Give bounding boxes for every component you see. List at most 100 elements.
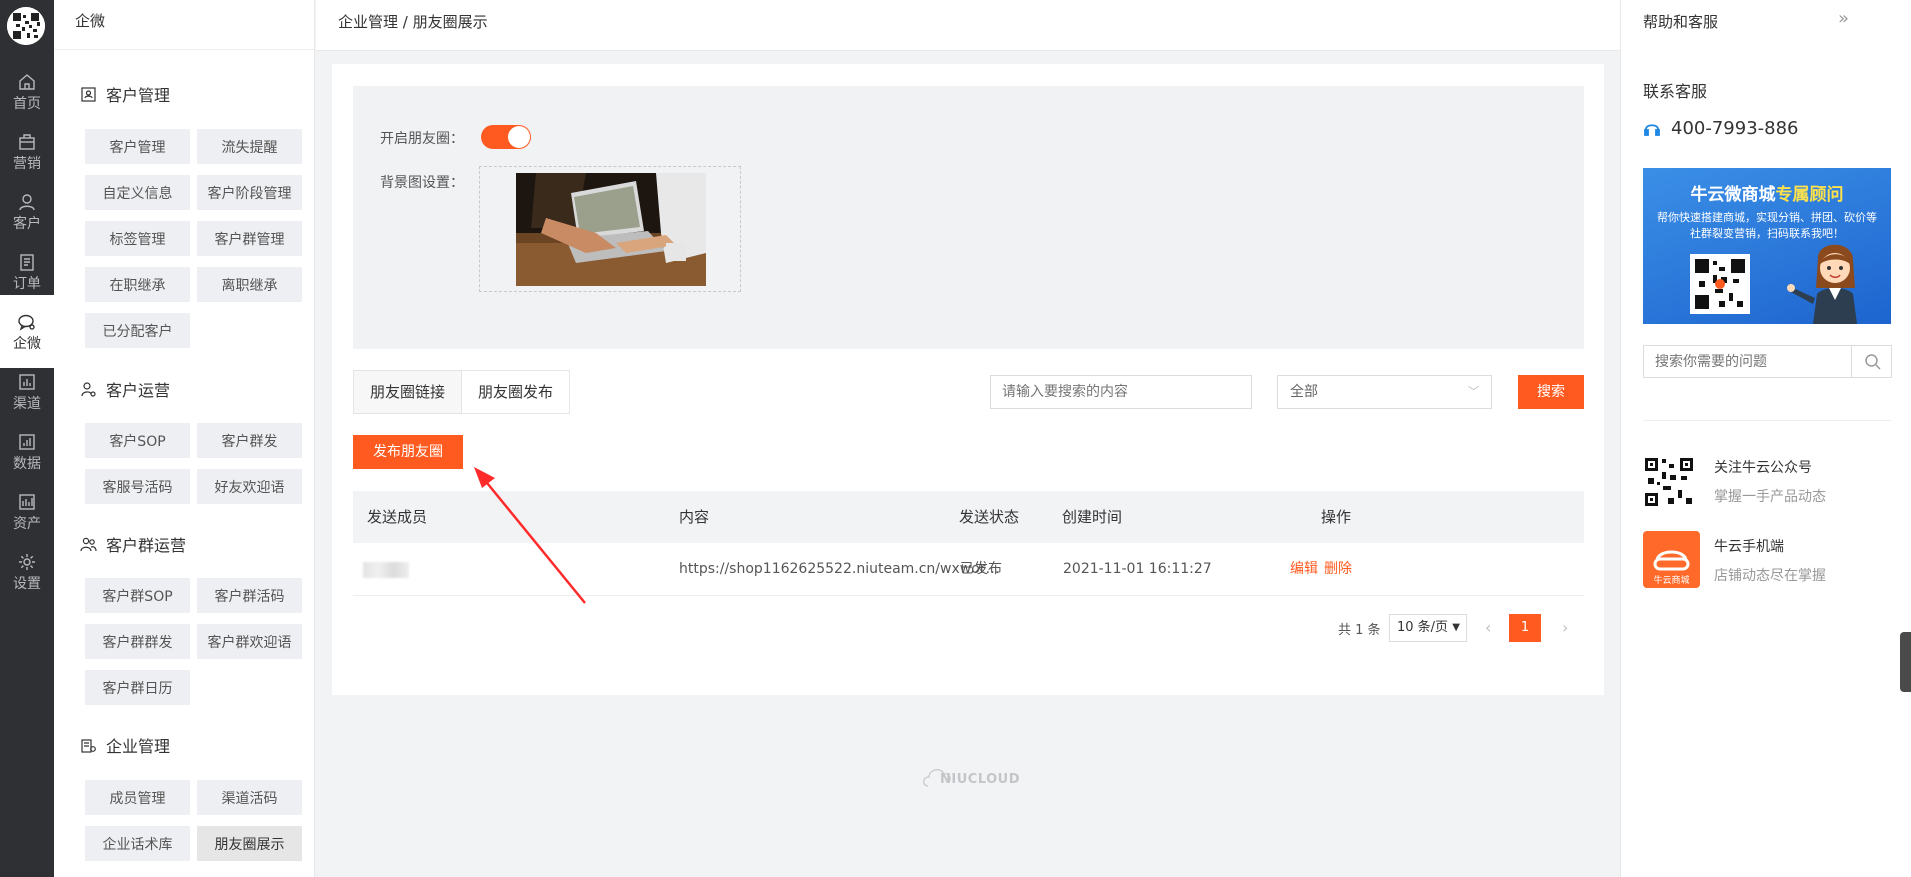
chevron-down-icon: ﹀ — [1468, 385, 1479, 398]
column-header-content: 内容 — [679, 508, 710, 526]
moments-settings-panel: 开启朋友圈： 背景图设置： — [353, 86, 1584, 349]
menu-item-customer-sop[interactable]: 客户SOP — [85, 423, 190, 458]
menu-item-customer-broadcast[interactable]: 客户群发 — [197, 423, 302, 458]
side-drawer-handle[interactable] — [1900, 632, 1911, 692]
tab-moments-link[interactable]: 朋友圈链接 — [354, 371, 462, 413]
search-icon[interactable] — [1864, 353, 1882, 371]
moments-tabs: 朋友圈链接 朋友圈发布 — [353, 370, 571, 414]
top-bar: 企业管理 / 朋友圈展示 — [316, 0, 1620, 51]
rail-item-settings[interactable]: 设置 — [0, 535, 54, 608]
menu-group-customer-management: 客户管理 — [80, 82, 170, 106]
menu-item-custom-info[interactable]: 自定义信息 — [85, 175, 190, 210]
help-panel-title: 帮助和客服 — [1643, 13, 1719, 31]
menu-item-script-library[interactable]: 企业话术库 — [85, 826, 190, 861]
left-icon-rail: 首页 营销 客户 订单 企微 渠道 数据 资产 设置 — [0, 0, 54, 877]
menu-item-customer-management[interactable]: 客户管理 — [85, 129, 190, 164]
menu-item-moments-display[interactable]: 朋友圈展示 — [197, 826, 302, 861]
menu-item-group-calendar[interactable]: 客户群日历 — [85, 670, 190, 705]
help-search-input[interactable] — [1644, 346, 1852, 377]
rail-label: 资产 — [13, 515, 41, 532]
toggle-knob — [508, 126, 530, 148]
mobile-app-subtitle: 店铺动态尽在掌握 — [1714, 568, 1826, 584]
menu-item-group-broadcast[interactable]: 客户群群发 — [85, 624, 190, 659]
gear-icon — [19, 553, 35, 570]
page-size-select[interactable]: 10 条/页 ▼ — [1389, 614, 1467, 642]
briefcase-icon — [19, 133, 35, 150]
column-header-actions: 操作 — [1321, 508, 1352, 526]
menu-item-friend-welcome[interactable]: 好友欢迎语 — [197, 469, 302, 504]
menu-item-assigned-customer[interactable]: 已分配客户 — [85, 313, 190, 348]
home-icon — [19, 73, 35, 90]
mobile-app-icon[interactable]: 牛云商城 — [1643, 531, 1700, 588]
follow-official-account-subtitle: 掌握一手产品动态 — [1714, 489, 1826, 505]
breadcrumb: 企业管理 / 朋友圈展示 — [338, 13, 488, 31]
menu-item-group-management[interactable]: 客户群管理 — [197, 221, 302, 256]
menu-item-group-sop[interactable]: 客户群SOP — [85, 578, 190, 613]
prev-page-icon[interactable]: ‹ — [1485, 618, 1491, 637]
contact-card-icon — [81, 86, 96, 102]
search-button[interactable]: 搜索 — [1518, 375, 1584, 409]
rail-label: 首页 — [13, 95, 41, 112]
wechat-work-icon — [18, 314, 35, 331]
official-account-qr-code[interactable] — [1643, 456, 1695, 508]
menu-item-tag-management[interactable]: 标签管理 — [85, 221, 190, 256]
app-icon-label: 牛云商城 — [1653, 576, 1690, 586]
menu-item-churn-reminder[interactable]: 流失提醒 — [197, 129, 302, 164]
qr-logo-avatar[interactable] — [7, 7, 45, 45]
table-header: 发送成员 内容 发送状态 创建时间 操作 — [353, 491, 1584, 543]
rail-label: 设置 — [13, 575, 41, 592]
enable-moments-label: 开启朋友圈： — [380, 131, 464, 147]
banner-qr-code — [1690, 254, 1750, 314]
service-phone: 400-7993-886 — [1643, 118, 1799, 139]
divider — [1643, 420, 1891, 421]
menu-item-channel-live-code[interactable]: 渠道活码 — [197, 780, 302, 815]
menu-item-service-live-code[interactable]: 客服号活码 — [85, 469, 190, 504]
row-status: 已发布 — [960, 561, 1002, 577]
advisor-illustration — [1787, 244, 1857, 324]
rail-label: 数据 — [13, 455, 41, 472]
publish-moments-button[interactable]: 发布朋友圈 — [353, 435, 463, 469]
user-icon — [19, 193, 35, 210]
advisor-banner[interactable]: 牛云微商城专属顾问 帮你快速搭建商城，实现分销、拼团、砍价等社群裂变营销，扫码联… — [1643, 168, 1891, 324]
contact-service-title: 联系客服 — [1643, 82, 1708, 101]
pagination-total: 共 1 条 — [1338, 623, 1381, 638]
menu-item-onjob-inherit[interactable]: 在职继承 — [85, 267, 190, 302]
caret-down-icon: ▼ — [1452, 622, 1460, 633]
rail-label: 营销 — [13, 155, 41, 172]
building-gear-icon — [81, 738, 96, 753]
asset-chart-icon — [19, 493, 35, 510]
column-header-status: 发送状态 — [959, 508, 1020, 526]
collapse-double-chevron-icon[interactable]: » — [1838, 8, 1849, 29]
mobile-app-title[interactable]: 牛云手机端 — [1714, 536, 1784, 556]
menu-title: 企微 — [54, 0, 314, 50]
next-page-icon[interactable]: › — [1562, 618, 1568, 637]
secondary-menu: 企微 客户管理 客户管理 流失提醒 自定义信息 客户阶段管理 标签管理 客户群管… — [54, 0, 315, 877]
follow-official-account-title[interactable]: 关注牛云公众号 — [1714, 457, 1812, 477]
menu-item-group-live-code[interactable]: 客户群活码 — [197, 578, 302, 613]
footer-logo-text: NIUCLOUD — [940, 772, 1021, 787]
menu-group-enterprise: 企业管理 — [80, 733, 170, 757]
status-select[interactable]: 全部 ﹀ — [1277, 375, 1492, 409]
enable-moments-toggle[interactable] — [481, 125, 531, 149]
rail-label: 客户 — [13, 215, 41, 232]
main-content-card: 开启朋友圈： 背景图设置： 朋友圈链接 朋友圈发布 全 — [332, 64, 1604, 695]
data-chart-icon — [19, 433, 35, 450]
menu-item-resign-inherit[interactable]: 离职继承 — [197, 267, 302, 302]
menu-item-customer-stage[interactable]: 客户阶段管理 — [197, 175, 302, 210]
users-icon — [80, 537, 97, 551]
background-image-upload[interactable] — [479, 166, 741, 292]
row-created-time: 2021-11-01 16:11:27 — [1063, 561, 1212, 577]
page-number-current[interactable]: 1 — [1509, 614, 1541, 642]
headset-icon — [1644, 123, 1660, 136]
user-gear-icon — [81, 381, 96, 397]
menu-item-group-welcome[interactable]: 客户群欢迎语 — [197, 624, 302, 659]
menu-item-member-management[interactable]: 成员管理 — [85, 780, 190, 815]
table-row: https://shop1162625522.niuteam.cn/wxwor…… — [353, 543, 1584, 596]
order-list-icon — [20, 253, 34, 271]
content-search-input[interactable] — [990, 375, 1252, 409]
edit-link[interactable]: 编辑 — [1290, 543, 1318, 595]
help-panel: 帮助和客服 » 联系客服 400-7993-886 牛云微商城专属顾问 帮你快速… — [1620, 0, 1911, 877]
banner-title: 牛云微商城专属顾问 — [1690, 185, 1844, 205]
tab-moments-publish[interactable]: 朋友圈发布 — [461, 371, 570, 413]
delete-link[interactable]: 删除 — [1324, 543, 1352, 595]
